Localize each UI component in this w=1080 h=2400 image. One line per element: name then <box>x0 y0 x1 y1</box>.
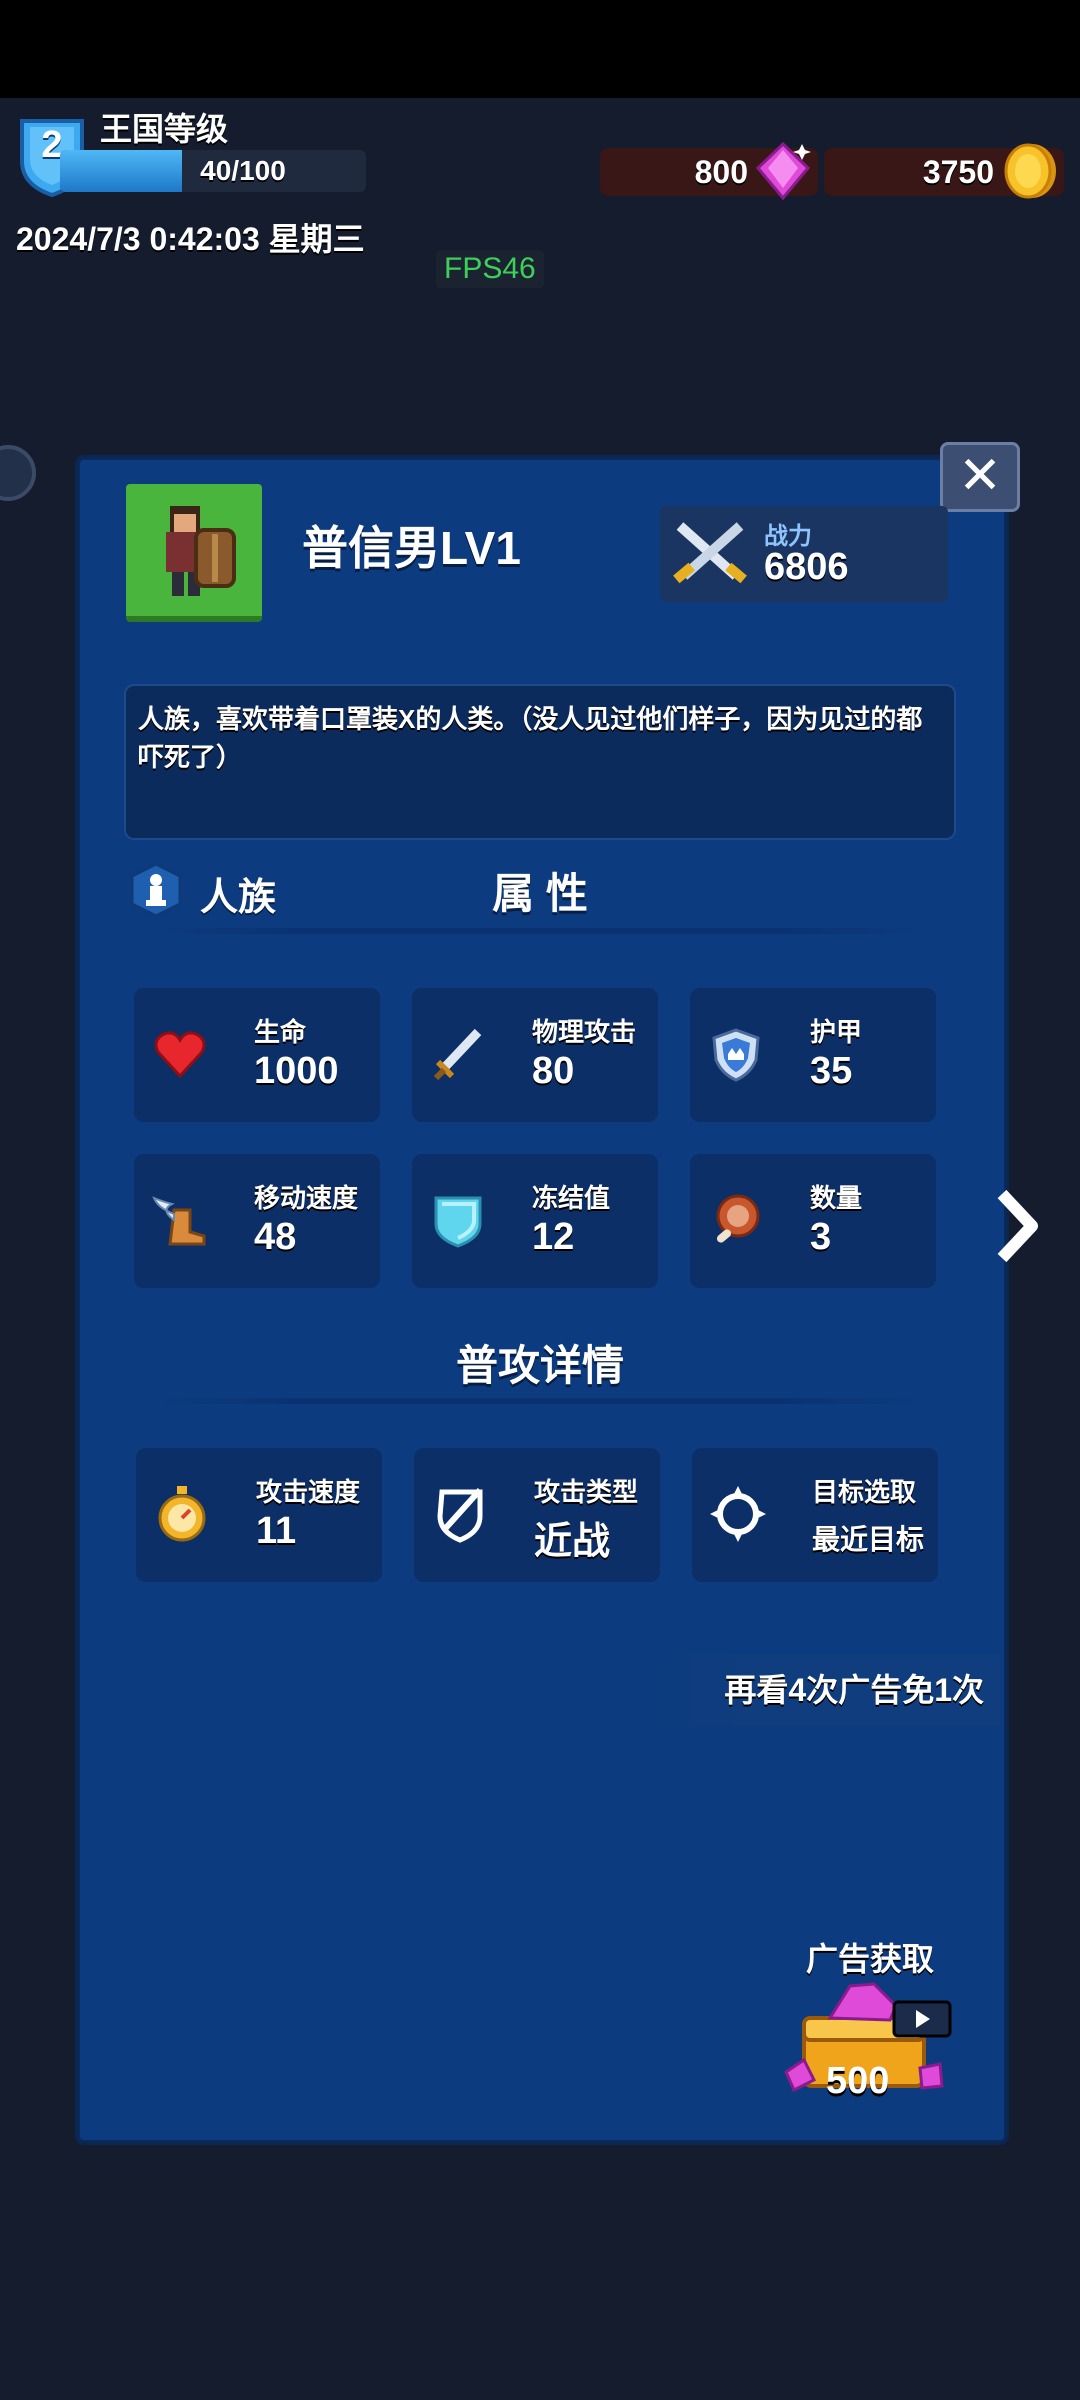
stat-move-speed-value: 48 <box>254 1216 297 1258</box>
stat-move-speed: 移动速度 48 <box>134 1154 380 1288</box>
xp-progress-text: 40/100 <box>200 155 286 186</box>
next-unit-arrow-icon[interactable] <box>992 1186 1042 1266</box>
basic-attack-title: 普攻详情 <box>455 1342 624 1389</box>
coin-icon <box>1004 143 1056 199</box>
xp-progress-bar: 40/100 <box>60 150 366 192</box>
status-bar <box>0 0 1080 98</box>
ad-reward-title[interactable]: 广告获取 <box>806 1934 934 1980</box>
stat-armor-value: 35 <box>810 1050 853 1092</box>
datetime-text: 2024/7/3 0:42:03 星期三 <box>16 221 365 257</box>
stat-freeze-label: 冻结值 <box>532 1183 611 1213</box>
stat-freeze-value: 12 <box>532 1216 575 1258</box>
basic-attack-divider <box>160 1398 920 1404</box>
stat-count-value: 3 <box>810 1216 832 1258</box>
winged-boot-icon <box>152 1196 206 1246</box>
kingdom-level-title: 王国等级 <box>100 111 229 147</box>
unit-name: 普信男LV1 <box>302 522 521 574</box>
stat-physical-attack: 物理攻击 80 <box>412 988 658 1122</box>
coin-amount: 3750 <box>922 154 994 190</box>
stat-armor-label: 护甲 <box>810 1017 863 1047</box>
ice-shield-icon <box>434 1196 482 1248</box>
warrior-avatar-icon <box>166 506 236 596</box>
crossed-swords-icon <box>673 522 747 584</box>
stat-physical-attack-value: 80 <box>532 1050 575 1092</box>
combat-power-value: 6806 <box>764 546 849 588</box>
unit-portrait <box>126 484 262 622</box>
stat-attack-type: 攻击类型 近战 <box>414 1448 660 1582</box>
combat-power-box: 战力 6806 <box>660 506 948 602</box>
stat-count: 数量 3 <box>690 1154 936 1288</box>
meat-icon <box>716 1194 760 1243</box>
stat-attack-type-value: 近战 <box>534 1521 611 1563</box>
attributes-title: 属 性 <box>492 870 588 917</box>
stat-attack-speed-label: 攻击速度 <box>256 1477 361 1507</box>
stat-armor: 护甲 35 <box>690 988 936 1122</box>
heart-icon <box>154 1031 206 1079</box>
close-icon: ✕ <box>958 447 1002 505</box>
stat-attack-type-label: 攻击类型 <box>534 1477 639 1507</box>
unit-description: 人族，喜欢带着口罩装X的人类。（没人见过他们样子，因为见过的都吓死了） <box>124 684 956 840</box>
gem-counter[interactable]: 800 <box>600 141 818 201</box>
stat-target-selection-label: 目标选取 <box>812 1477 917 1507</box>
stat-hp: 生命 1000 <box>134 988 380 1122</box>
stat-move-speed-label: 移动速度 <box>254 1183 359 1213</box>
armor-shield-icon <box>712 1028 760 1082</box>
stat-attack-speed-value: 11 <box>256 1510 297 1552</box>
sword-icon <box>433 1028 482 1081</box>
gem-icon <box>755 141 811 201</box>
stat-hp-value: 1000 <box>254 1050 339 1092</box>
close-button[interactable]: ✕ <box>940 442 1020 512</box>
ad-counter-strip: 再看4次广告免1次 <box>640 1654 1000 1726</box>
stat-count-label: 数量 <box>810 1183 863 1213</box>
stat-hp-label: 生命 <box>254 1017 307 1047</box>
target-icon <box>710 1486 766 1542</box>
stat-target-selection-value: 最近目标 <box>812 1524 925 1555</box>
fps-counter: FPS46 <box>436 250 544 288</box>
gem-amount: 800 <box>694 154 748 190</box>
stat-freeze: 冻结值 12 <box>412 1154 658 1288</box>
ad-reward-amount: 500 <box>826 2060 890 2102</box>
melee-shield-icon <box>437 1487 483 1543</box>
stat-physical-attack-label: 物理攻击 <box>532 1017 637 1047</box>
stat-attack-speed: 攻击速度 11 <box>136 1448 382 1582</box>
stat-target-selection: 目标选取 最近目标 <box>692 1448 938 1582</box>
ad-counter-text: 再看4次广告免1次 <box>724 1672 984 1708</box>
coin-counter[interactable]: 3750 <box>824 143 1064 199</box>
attributes-divider <box>160 928 920 934</box>
stopwatch-icon <box>158 1486 206 1542</box>
